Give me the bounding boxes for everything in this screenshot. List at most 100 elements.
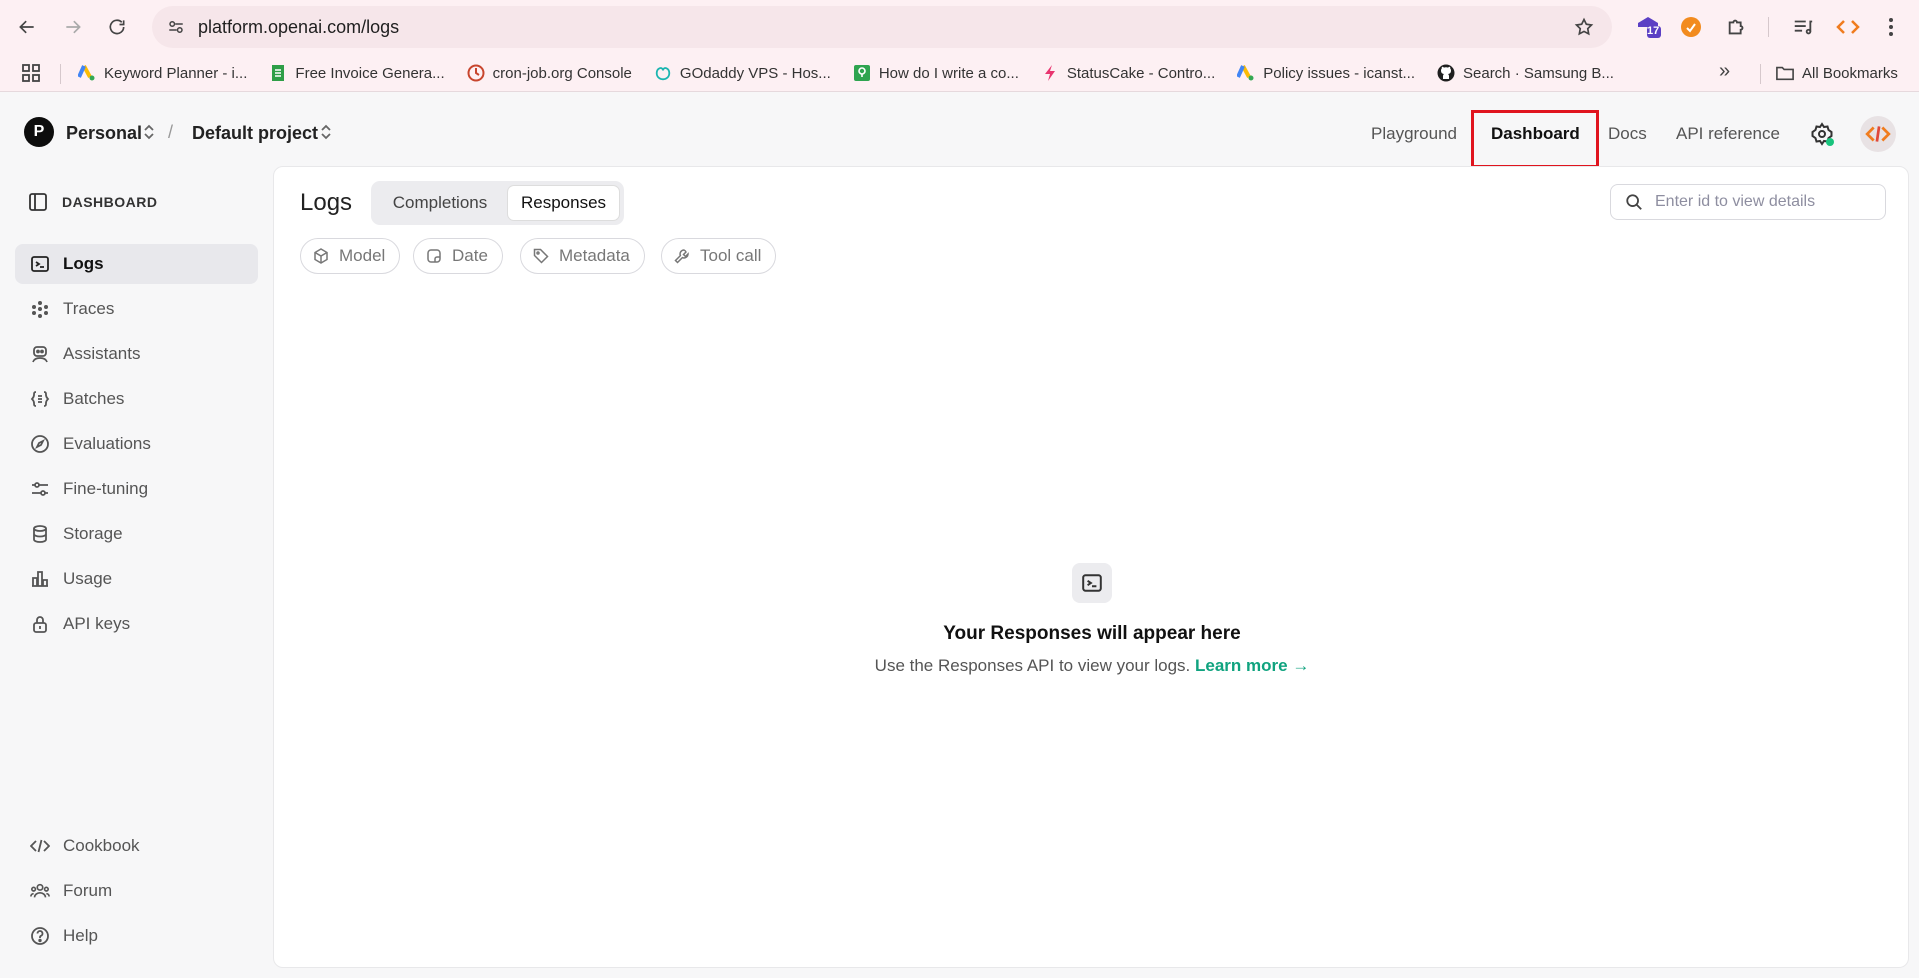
bookmark-how-do-i[interactable]: How do I write a co...: [853, 64, 1019, 82]
sidebar: DASHBOARD Logs Traces Assistants Batches…: [0, 166, 272, 978]
tag-icon: [533, 248, 549, 264]
traces-icon: [29, 298, 51, 320]
google-ads-icon: [78, 64, 96, 82]
sidebar-item-usage[interactable]: Usage: [15, 559, 258, 599]
extension-code[interactable]: [1834, 13, 1862, 41]
bookmark-label: GOdaddy VPS - Hos...: [679, 64, 831, 82]
bookmark-policy-issues[interactable]: Policy issues - icanst...: [1237, 64, 1415, 82]
apps-grid-icon: [22, 64, 40, 82]
bookmark-keyword-planner[interactable]: Keyword Planner - i...: [78, 64, 247, 82]
sidebar-toggle-icon[interactable]: [28, 192, 48, 212]
bookmark-label: cron-job.org Console: [492, 64, 632, 82]
terminal-icon: [29, 253, 51, 275]
bookmark-label: Free Invoice Genera...: [295, 64, 445, 82]
sidebar-item-label: Assistants: [63, 344, 141, 363]
extension-orange[interactable]: [1677, 13, 1705, 41]
sidebar-item-assistants[interactable]: Assistants: [15, 334, 258, 374]
sidebar-title: DASHBOARD: [62, 194, 158, 210]
empty-state-title: Your Responses will appear here: [943, 623, 1241, 644]
nav-api-reference[interactable]: API reference: [1676, 124, 1780, 144]
bookmark-star-icon[interactable]: [1574, 17, 1594, 37]
kebab-menu-icon: [1889, 18, 1893, 36]
status-dot: [1826, 138, 1834, 146]
sidebar-item-label: Forum: [63, 881, 113, 900]
puzzle-icon: [1728, 19, 1744, 35]
sidebar-item-traces[interactable]: Traces: [15, 289, 258, 329]
tab-responses[interactable]: Responses: [507, 185, 620, 221]
filter-label: Tool call: [700, 246, 762, 265]
bookmark-label: StatusCake - Contro...: [1066, 64, 1216, 82]
reload-button[interactable]: [99, 9, 135, 45]
bookmark-github-search[interactable]: Search · Samsung B...: [1437, 64, 1614, 82]
bookmark-invoice[interactable]: Free Invoice Genera...: [269, 64, 445, 82]
bookmark-godaddy[interactable]: GOdaddy VPS - Hos...: [654, 64, 831, 82]
nav-docs[interactable]: Docs: [1608, 124, 1647, 144]
sidebar-item-label: Usage: [63, 569, 113, 588]
sidebar-item-label: Cookbook: [63, 836, 140, 855]
sidebar-item-cookbook[interactable]: Cookbook: [15, 826, 258, 866]
all-bookmarks-button[interactable]: All Bookmarks: [1776, 64, 1898, 82]
sidebar-item-logs[interactable]: Logs: [15, 244, 258, 284]
tab-completions[interactable]: Completions: [375, 185, 505, 221]
user-avatar[interactable]: [1860, 116, 1896, 152]
code-icon: [29, 835, 51, 857]
extension-badge: 17: [1647, 25, 1660, 37]
media-button[interactable]: [1789, 13, 1817, 41]
project-switcher[interactable]: Default project: [192, 123, 318, 144]
apps-button[interactable]: [21, 63, 41, 88]
org-switcher[interactable]: Personal: [66, 123, 142, 144]
browser-menu-button[interactable]: [1877, 13, 1905, 41]
nav-playground[interactable]: Playground: [1371, 124, 1457, 144]
sidebar-item-label: Storage: [63, 524, 123, 543]
forward-button[interactable]: [55, 9, 91, 45]
google-ads-icon: [1237, 64, 1255, 82]
bookmarks-divider: [60, 64, 61, 84]
sidebar-item-forum[interactable]: Forum: [15, 871, 258, 911]
site-settings-icon[interactable]: [166, 17, 186, 37]
bookmarks-overflow-button[interactable]: »: [1719, 60, 1730, 83]
dashboard-highlight: [1471, 110, 1599, 168]
bookmark-cron-job[interactable]: cron-job.org Console: [467, 64, 632, 82]
bookmark-label: Policy issues - icanst...: [1263, 64, 1415, 82]
robot-icon: [29, 343, 51, 365]
extensions-button[interactable]: [1723, 13, 1751, 41]
sidebar-item-help[interactable]: Help: [15, 916, 258, 956]
learn-more-link[interactable]: Learn more →: [1195, 656, 1309, 675]
main-panel: Logs Completions Responses Model Date Me…: [273, 166, 1909, 968]
org-avatar[interactable]: P: [24, 117, 54, 147]
filter-tool-call[interactable]: Tool call: [661, 238, 777, 274]
breadcrumb-separator: /: [168, 122, 174, 142]
bookmarks-divider: [1760, 64, 1761, 84]
bookmark-statuscake[interactable]: StatusCake - Contro...: [1041, 64, 1215, 82]
empty-state-description: Use the Responses API to view your logs.…: [274, 656, 1910, 676]
id-search-box[interactable]: [1610, 184, 1886, 220]
url-text: platform.openai.com/logs: [198, 16, 400, 37]
sidebar-header[interactable]: DASHBOARD: [28, 192, 158, 212]
reload-icon: [109, 19, 125, 35]
chevron-updown-icon[interactable]: [319, 123, 333, 141]
empty-state-text: Use the Responses API to view your logs.: [874, 656, 1191, 675]
bookmark-label: Keyword Planner - i...: [104, 64, 248, 82]
sidebar-item-storage[interactable]: Storage: [15, 514, 258, 554]
bookmarks-bar: Keyword Planner - i... Free Invoice Gene…: [0, 54, 1919, 92]
sidebar-item-api-keys[interactable]: API keys: [15, 604, 258, 644]
id-search-input[interactable]: [1655, 193, 1875, 211]
back-button[interactable]: [9, 9, 45, 45]
users-icon: [29, 880, 51, 902]
extension-mail[interactable]: 17: [1634, 13, 1662, 41]
filter-metadata[interactable]: Metadata: [520, 238, 645, 274]
cron-job-icon: [467, 64, 485, 82]
lock-icon: [29, 613, 51, 635]
sidebar-item-label: API keys: [63, 614, 131, 633]
chevron-updown-icon[interactable]: [142, 123, 156, 141]
sidebar-item-batches[interactable]: Batches: [15, 379, 258, 419]
filter-model[interactable]: Model: [300, 238, 401, 274]
godaddy-icon: [654, 64, 672, 82]
wrench-icon: [674, 249, 689, 264]
address-bar[interactable]: platform.openai.com/logs: [152, 6, 1612, 48]
sidebar-item-evaluations[interactable]: Evaluations: [15, 424, 258, 464]
compass-icon: [29, 433, 51, 455]
filter-date[interactable]: Date: [413, 238, 503, 274]
calendar-icon: [427, 249, 441, 263]
sidebar-item-fine-tuning[interactable]: Fine-tuning: [15, 469, 258, 509]
